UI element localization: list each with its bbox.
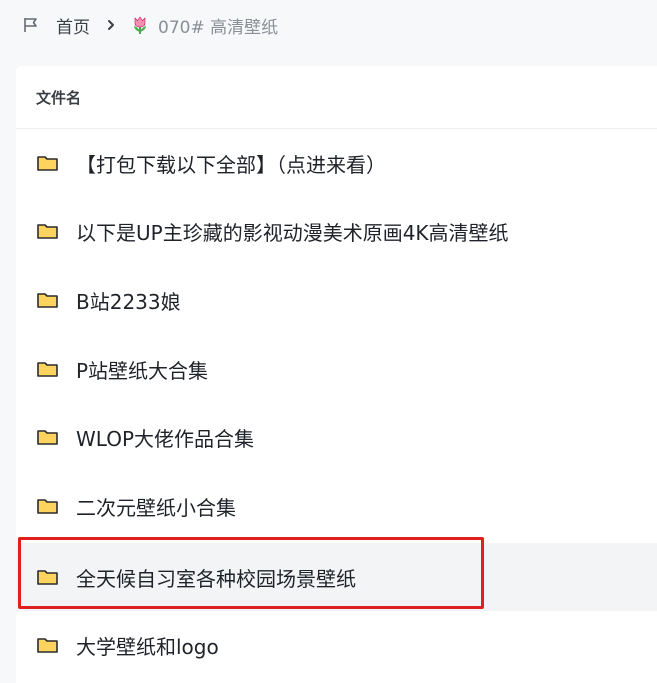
folder-icon [36, 635, 60, 655]
folder-name: 【打包下载以下全部】（点进来看） [76, 152, 386, 177]
folder-icon [36, 221, 60, 241]
folder-name: WLOP大佬作品合集 [76, 426, 255, 451]
breadcrumb: 首页 070# 高清壁纸 [22, 10, 278, 40]
list-item[interactable]: WLOP大佬作品合集 [16, 403, 657, 471]
folder-icon [36, 153, 60, 173]
folder-name: B站2233娘 [76, 289, 181, 314]
column-header-filename[interactable]: 文件名 [16, 66, 657, 129]
breadcrumb-current: 070# 高清壁纸 [158, 17, 279, 38]
folder-icon [36, 496, 60, 516]
flag-icon [22, 16, 40, 34]
folder-name: 大学壁纸和logo [76, 634, 219, 659]
folder-name: P站壁纸大合集 [76, 358, 209, 383]
folder-icon [36, 427, 60, 447]
chevron-right-icon [106, 19, 116, 31]
folder-name: 二次元壁纸小合集 [76, 495, 236, 520]
breadcrumb-home-link[interactable]: 首页 [56, 13, 90, 38]
folder-icon [36, 359, 60, 379]
list-item[interactable]: B站2233娘 [16, 266, 657, 334]
file-list-panel: 文件名 【打包下载以下全部】（点进来看） 以下是UP主珍藏的影视动漫美术原画4K… [16, 66, 657, 683]
list-item[interactable]: 以下是UP主珍藏的影视动漫美术原画4K高清壁纸 [16, 197, 657, 265]
folder-name: 全天候自习室各种校园场景壁纸 [76, 566, 356, 591]
list-item[interactable]: 大学壁纸和logo [16, 611, 657, 679]
list-item[interactable]: 全天候自习室各种校园场景壁纸 [16, 543, 657, 611]
list-item[interactable]: 【打包下载以下全部】（点进来看） [16, 129, 657, 197]
list-item[interactable]: P站壁纸大合集 [16, 335, 657, 403]
folder-icon [36, 290, 60, 310]
tulip-icon [130, 15, 150, 35]
list-item[interactable]: 二次元壁纸小合集 [16, 472, 657, 540]
folder-icon [36, 567, 60, 587]
folder-name: 以下是UP主珍藏的影视动漫美术原画4K高清壁纸 [76, 220, 509, 245]
